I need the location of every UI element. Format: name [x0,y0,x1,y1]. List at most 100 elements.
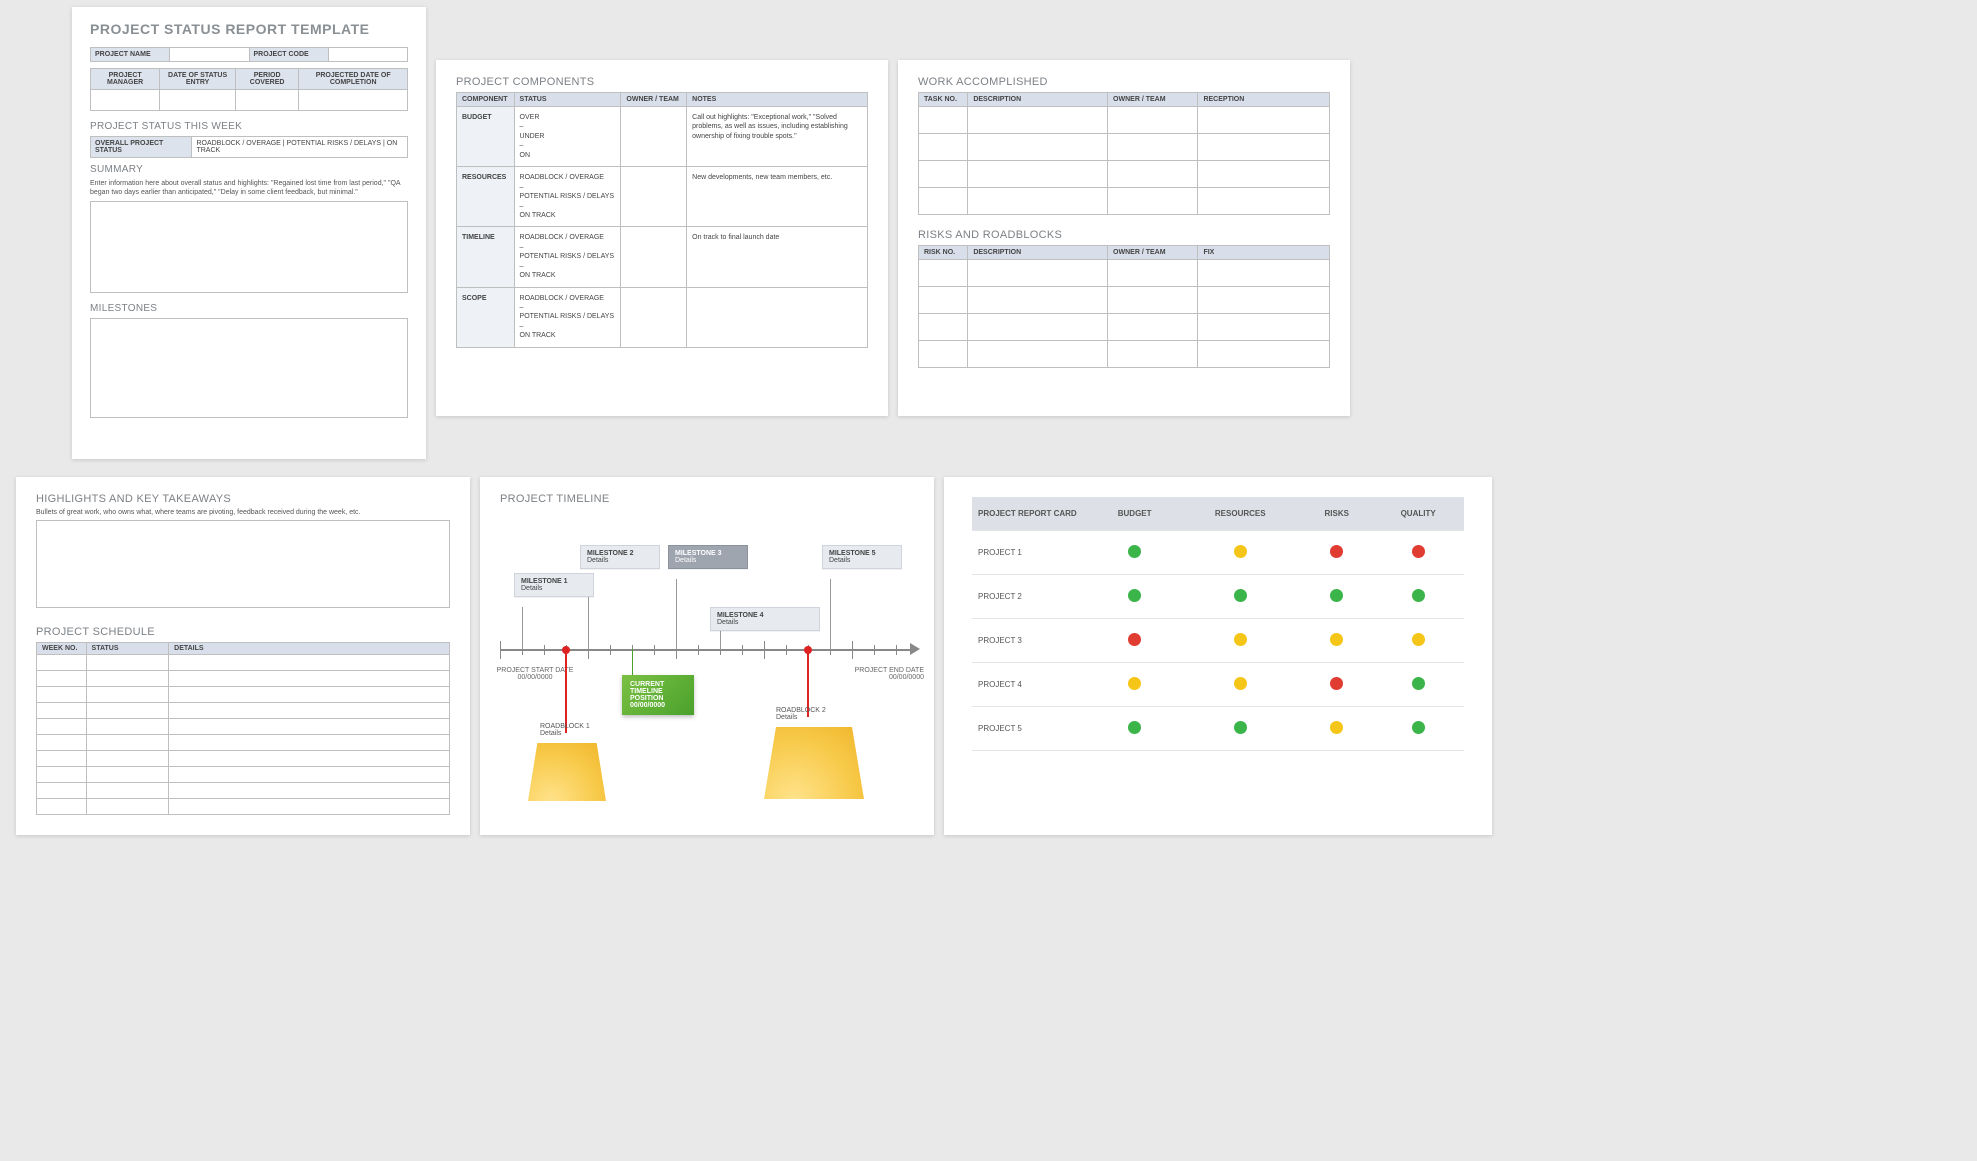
comp-scope-status[interactable]: ROADBLOCK / OVERAGE – POTENTIAL RISKS / … [514,287,621,347]
project-name-value[interactable] [170,48,249,62]
status-cell [1372,575,1464,619]
table-row[interactable] [919,134,1330,161]
status-dot-icon [1412,721,1425,734]
table-row[interactable] [37,687,450,703]
pm-value[interactable] [91,90,160,111]
current-l3: POSITION [630,695,663,702]
comp-budget-owner[interactable] [621,107,687,167]
comp-scope-owner[interactable] [621,287,687,347]
status-dot-icon [1330,589,1343,602]
tick [610,645,611,655]
status-cell [1179,663,1301,707]
status-dot-icon [1330,677,1343,690]
current-position-box[interactable]: CURRENT TIMELINE POSITION 00/00/0000 [622,675,694,715]
project-code-value[interactable] [328,48,407,62]
status-dot-icon [1234,589,1247,602]
comp-scope-notes[interactable] [687,287,868,347]
table-row[interactable] [37,719,450,735]
work-accomplished-title: WORK ACCOMPLISHED [918,76,1330,88]
comp-budget-notes[interactable]: Call out highlights: "Exceptional work,"… [687,107,868,167]
period-label: PERIOD COVERED [235,69,298,90]
comp-timeline-owner[interactable] [621,227,687,287]
report-card-project-name: PROJECT 4 [972,663,1090,707]
table-row[interactable] [37,751,450,767]
milestone-2-box[interactable]: MILESTONE 2 Details [580,545,660,569]
highlights-box[interactable] [36,520,450,608]
table-row[interactable] [37,703,450,719]
table-row[interactable] [919,260,1330,287]
milestone-lead [522,607,523,649]
comp-resources-status[interactable]: ROADBLOCK / OVERAGE – POTENTIAL RISKS / … [514,167,621,227]
comp-timeline-status[interactable]: ROADBLOCK / OVERAGE – POTENTIAL RISKS / … [514,227,621,287]
table-row: BUDGET OVER – UNDER – ON Call out highli… [457,107,868,167]
status-cell [1090,707,1179,751]
status-dot-icon [1128,677,1141,690]
highlights-title: HIGHLIGHTS AND KEY TAKEAWAYS [36,493,450,505]
page-status-report: PROJECT STATUS REPORT TEMPLATE PROJECT N… [72,7,426,459]
comp-budget-label: BUDGET [457,107,515,167]
milestone-1-box[interactable]: MILESTONE 1 Details [514,573,594,597]
table-row[interactable] [919,314,1330,341]
milestone-4-title: MILESTONE 4 [717,612,813,619]
date-entry-value[interactable] [160,90,236,111]
table-row[interactable] [37,767,450,783]
table-row[interactable] [919,161,1330,188]
tick [500,641,501,659]
status-dot-icon [1234,545,1247,558]
table-row[interactable] [919,341,1330,368]
roadblock-2-shape[interactable] [764,727,864,799]
roadblock-1-shape[interactable] [528,743,606,801]
table-row: PROJECT 3 [972,619,1464,663]
roadblock-2-details: Details [776,714,797,721]
table-row[interactable] [37,671,450,687]
milestone-2-details: Details [587,557,653,564]
table-row[interactable] [37,783,450,799]
table-row[interactable] [37,799,450,815]
table-row[interactable] [919,188,1330,215]
comp-timeline-notes[interactable]: On track to final launch date [687,227,868,287]
comp-resources-owner[interactable] [621,167,687,227]
completion-value[interactable] [299,90,408,111]
report-card-project-name: PROJECT 2 [972,575,1090,619]
roadblock-line [565,653,567,733]
milestone-4-box[interactable]: MILESTONE 4 Details [710,607,820,631]
overall-status-options[interactable]: ROADBLOCK / OVERAGE | POTENTIAL RISKS / … [192,137,408,158]
table-row[interactable] [919,287,1330,314]
status-dot-icon [1412,545,1425,558]
table-row[interactable] [37,655,450,671]
table-row[interactable] [37,735,450,751]
page-highlights-schedule: HIGHLIGHTS AND KEY TAKEAWAYS Bullets of … [16,477,470,835]
rr-h1: RISK NO. [919,246,968,260]
components-title: PROJECT COMPONENTS [456,76,868,88]
roadblock-1-details: Details [540,730,561,737]
status-dot-icon [1128,589,1141,602]
table-row: PROJECT 1 [972,531,1464,575]
status-dot-icon [1128,633,1141,646]
tick [786,645,787,655]
status-cell [1179,707,1301,751]
status-cell [1372,531,1464,575]
comp-h4: NOTES [687,93,868,107]
page-work-risks: WORK ACCOMPLISHED TASK NO. DESCRIPTION O… [898,60,1350,416]
schedule-title: PROJECT SCHEDULE [36,626,450,638]
completion-label: PROJECTED DATE OF COMPLETION [299,69,408,90]
project-id-table: PROJECT NAME PROJECT CODE [90,47,408,62]
tick [874,645,875,655]
comp-budget-status[interactable]: OVER – UNDER – ON [514,107,621,167]
milestone-5-box[interactable]: MILESTONE 5 Details [822,545,902,569]
period-value[interactable] [235,90,298,111]
status-dot-icon [1330,633,1343,646]
end-date-block: PROJECT END DATE 00/00/0000 [834,667,924,681]
milestone-3-box[interactable]: MILESTONE 3 Details [668,545,748,569]
date-entry-label: DATE OF STATUS ENTRY [160,69,236,90]
work-accomplished-table: TASK NO. DESCRIPTION OWNER / TEAM RECEPT… [918,92,1330,215]
table-row[interactable] [919,107,1330,134]
comp-resources-notes[interactable]: New developments, new team members, etc. [687,167,868,227]
arrow-right-icon [910,643,920,655]
tick [742,645,743,655]
milestones-box[interactable] [90,318,408,418]
end-date-value: 00/00/0000 [889,674,924,681]
start-date-label: PROJECT START DATE [497,667,574,674]
current-position-lead [632,649,633,677]
summary-box[interactable] [90,201,408,293]
